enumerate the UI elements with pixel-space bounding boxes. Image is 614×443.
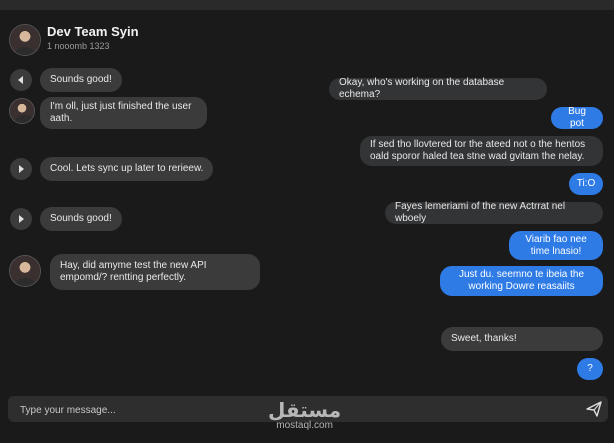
message-bubble: Sweet, thanks! — [441, 327, 603, 351]
send-icon[interactable] — [586, 401, 602, 417]
avatar[interactable] — [10, 99, 34, 123]
play-icon[interactable] — [10, 158, 32, 180]
message-text: Bug pot — [568, 106, 586, 129]
message-bubble: Sounds good! — [40, 68, 122, 92]
message-bubble: Bug pot — [551, 106, 603, 129]
message-bubble: Cool. Lets sync up later to rerieew. — [40, 157, 214, 181]
group-avatar[interactable] — [10, 25, 40, 55]
message-bubble: I'm oll, just just finished the user aat… — [40, 97, 207, 129]
top-strip — [0, 0, 614, 10]
back-icon[interactable] — [10, 69, 32, 91]
message-text: If sed tho llovtered tor the ateed not o… — [370, 139, 586, 162]
message-text: Fayes lemeriami of the new Actrrat nel w… — [395, 201, 566, 224]
message-text: ? — [587, 363, 593, 374]
watermark-arabic: مستقل — [268, 398, 342, 422]
message-text: Viarib fao nee time lnasio! — [525, 233, 587, 257]
message-text: Hay, did amyme test the new API empomd/?… — [60, 260, 207, 283]
message-bubble: Viarib fao nee time lnasio! — [509, 231, 603, 260]
watermark-latin: mostaql.com — [276, 420, 333, 431]
message-bubble: Hay, did amyme test the new API empomd/?… — [50, 254, 260, 290]
message-text: Ti:O — [576, 178, 596, 189]
message-bubble: If sed tho llovtered tor the ateed not o… — [360, 136, 603, 166]
message-text: Cool. Lets sync up later to rerieew. — [50, 163, 204, 174]
message-text: Sounds good! — [50, 74, 112, 85]
message-bubble: ? — [577, 358, 603, 380]
chat-title: Dev Team Syin — [47, 24, 139, 39]
watermark: مستقل mostaql.com — [268, 400, 341, 431]
message-bubble: Just du. seemno te ibeia the working Dow… — [440, 266, 603, 296]
message-bubble: Okay, who's working on the database eche… — [329, 77, 547, 100]
message-text: Sweet, thanks! — [451, 333, 517, 344]
play-icon[interactable] — [10, 208, 32, 230]
message-text: Okay, who's working on the database eche… — [339, 77, 505, 100]
message-text: I'm oll, just just finished the user aat… — [50, 101, 192, 124]
message-bubble: Ti:O — [569, 173, 603, 195]
chat-subtitle: 1 nooomb 1323 — [47, 41, 110, 51]
message-text: Sounds good! — [50, 213, 112, 224]
message-bubble: Sounds good! — [40, 207, 122, 231]
message-bubble: Fayes lemeriami of the new Actrrat nel w… — [385, 201, 603, 224]
chat-header: Dev Team Syin 1 nooomb 1323 — [0, 10, 614, 56]
message-text: Just du. seemno te ibeia the working Dow… — [458, 269, 585, 292]
avatar[interactable] — [10, 256, 40, 286]
